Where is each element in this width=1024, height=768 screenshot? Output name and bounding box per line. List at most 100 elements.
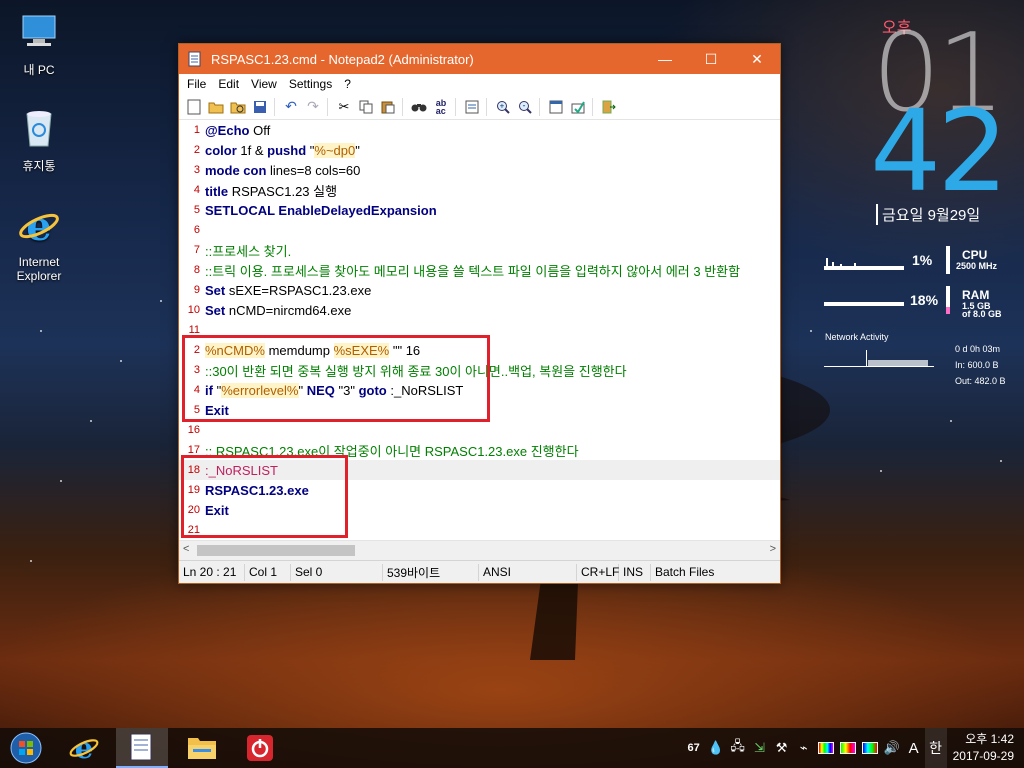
start-button[interactable] — [0, 728, 52, 768]
code-line[interactable]: 6 — [179, 220, 780, 240]
code-line[interactable]: 18:_NoRSLIST — [179, 460, 780, 480]
status-scheme[interactable]: Batch Files — [651, 564, 751, 581]
ime-language[interactable]: A — [903, 728, 925, 768]
desktop-icon-my-pc[interactable]: 내 PC — [2, 10, 76, 78]
zoom-out-button[interactable]: - — [514, 96, 536, 118]
exit-icon — [602, 100, 616, 113]
tray-color-icon-1[interactable] — [815, 728, 837, 768]
code-line[interactable]: 19 RSPASC1.23.exe — [179, 480, 780, 500]
code-line[interactable]: 8::트릭 이용. 프로세스를 찾아도 메모리 내용을 쓸 텍스트 파일 이름을… — [179, 260, 780, 280]
network-uptime: 0 d 0h 03m — [955, 344, 1001, 354]
code-line[interactable]: 11 — [179, 320, 780, 340]
desktop-icon-recycle-bin[interactable]: 휴지통 — [2, 106, 76, 174]
code-line[interactable]: 7::프로세스 찾기. — [179, 240, 780, 260]
code-line[interactable]: 4 title RSPASC1.23 실행 — [179, 180, 780, 200]
taskbar-file-explorer[interactable] — [176, 728, 228, 768]
zoom-in-button[interactable]: + — [492, 96, 514, 118]
tray-water-drop-icon[interactable]: 💧 — [705, 728, 727, 768]
tray-usb-icon[interactable]: ⌁ — [793, 728, 815, 768]
tray-update-icon[interactable]: ⇲ — [749, 728, 771, 768]
redo-button[interactable]: ↷ — [302, 96, 324, 118]
status-selection: Sel 0 — [291, 563, 383, 581]
horizontal-scrollbar[interactable]: < > — [179, 540, 780, 560]
clock-date: 금요일 9월29일 — [876, 204, 980, 225]
code-line[interactable]: 10 Set nCMD=nircmd64.exe — [179, 300, 780, 320]
tray-count-badge[interactable]: 67 — [683, 728, 705, 768]
code-line[interactable]: 9 Set sEXE=RSPASC1.23.exe — [179, 280, 780, 300]
code-line[interactable]: 5 Exit — [179, 400, 780, 420]
tray-network-icon[interactable]: 🖧 — [727, 728, 749, 768]
browse-button[interactable] — [227, 96, 249, 118]
scroll-left-icon[interactable]: < — [183, 543, 189, 555]
code-line[interactable]: 3::30이 반환 되면 중복 실행 방지 위해 종료 30이 아니면..백업,… — [179, 360, 780, 380]
code-line[interactable]: 2 %nCMD% memdump %sEXE% "" 16 — [179, 340, 780, 360]
close-button[interactable]: ✕ — [734, 44, 780, 74]
minimize-button[interactable]: — — [642, 44, 688, 74]
tray-color-icon-2[interactable] — [837, 728, 859, 768]
folder-icon — [188, 738, 216, 759]
line-number: 17 — [187, 444, 200, 456]
line-code: Set sEXE=RSPASC1.23.exe — [203, 283, 371, 298]
new-button[interactable] — [183, 96, 205, 118]
menu-view[interactable]: View — [245, 77, 283, 91]
taskbar-internet-explorer[interactable]: e — [58, 728, 110, 768]
ram-total: of 8.0 GB — [962, 309, 1002, 319]
code-line[interactable]: 1 @Echo Off — [179, 120, 780, 140]
tray-color-icon-3[interactable] — [859, 728, 881, 768]
taskbar-time: 오후 1:42 — [965, 732, 1014, 746]
taskbar-power-app[interactable] — [234, 728, 286, 768]
menu-settings[interactable]: Settings — [283, 77, 338, 91]
taskbar-notepad2[interactable] — [116, 728, 168, 768]
code-line[interactable]: 4 if "%errorlevel%" NEQ "3" goto :_NoRSLI… — [179, 380, 780, 400]
code-token: "3" — [334, 382, 359, 398]
status-ins[interactable]: INS — [619, 563, 651, 581]
code-line[interactable]: 5 SETLOCAL EnableDelayedExpansion — [179, 200, 780, 220]
undo-button[interactable]: ↶ — [280, 96, 302, 118]
menu-bar: File Edit View Settings ? — [179, 74, 780, 94]
code-line[interactable]: 17:: RSPASC1.23.exe이 작업중이 아니면 RSPASC1.23… — [179, 440, 780, 460]
replace-button[interactable]: ab ac — [430, 96, 452, 118]
menu-edit[interactable]: Edit — [212, 77, 245, 91]
code-line[interactable]: 21 — [179, 520, 780, 540]
word-wrap-button[interactable] — [461, 96, 483, 118]
menu-help[interactable]: ? — [338, 77, 357, 91]
code-line[interactable]: 3 mode con lines=8 cols=60 — [179, 160, 780, 180]
menu-file[interactable]: File — [181, 77, 212, 91]
copy-button[interactable] — [355, 96, 377, 118]
code-editor[interactable]: 1 @Echo Off 2 color 1f & pushd "%~dp0" 3 mode… — [179, 120, 780, 540]
save-button[interactable] — [249, 96, 271, 118]
code-line[interactable]: 16 — [179, 420, 780, 440]
scroll-right-icon[interactable]: > — [770, 543, 776, 555]
open-button[interactable] — [205, 96, 227, 118]
exit-button[interactable] — [598, 96, 620, 118]
code-token: RSPASC1.23 실행 — [228, 183, 338, 199]
line-code: ::프로세스 찾기. — [203, 241, 291, 260]
line-number: 6 — [193, 224, 200, 236]
code-token: NEQ — [306, 382, 335, 398]
code-line[interactable]: 2 color 1f & pushd "%~dp0" — [179, 140, 780, 160]
status-encoding[interactable]: ANSI — [479, 563, 577, 581]
maximize-button[interactable]: ☐ — [688, 44, 734, 74]
paste-button[interactable] — [377, 96, 399, 118]
status-bar: Ln 20 : 21 Col 1 Sel 0 539바이트 ANSI CR+LF… — [179, 560, 780, 583]
ram-meter: 18% RAM 1.5 GB of 8.0 GB — [822, 280, 1022, 320]
tray-tools-icon[interactable]: ⚒ — [771, 728, 793, 768]
line-number: 8 — [193, 264, 200, 276]
scheme-button[interactable] — [545, 96, 567, 118]
cut-button[interactable]: ✂ — [333, 96, 355, 118]
volume-icon[interactable]: 🔊 — [881, 728, 903, 768]
status-eol[interactable]: CR+LF — [577, 563, 619, 581]
code-token: lines=8 cols=60 — [266, 162, 361, 178]
open-folder-icon — [208, 102, 224, 113]
system-tray: 67 💧 🖧 ⇲ ⚒ ⌁ 🔊 A 한 오후 1:42 2017-09-29 — [683, 728, 1024, 768]
ime-mode[interactable]: 한 — [924, 728, 947, 768]
desktop-icon-internet-explorer[interactable]: e Internet Explorer — [2, 203, 76, 283]
code-token: %~dp0 — [314, 142, 356, 158]
taskbar-clock[interactable]: 오후 1:42 2017-09-29 — [947, 731, 1024, 765]
customize-button[interactable] — [567, 96, 589, 118]
line-number: 3 — [193, 164, 200, 176]
code-line[interactable]: 20 Exit — [179, 500, 780, 520]
scrollbar-thumb[interactable] — [197, 545, 355, 556]
title-bar[interactable]: RSPASC1.23.cmd - Notepad2 (Administrator… — [179, 44, 780, 74]
find-button[interactable] — [408, 96, 430, 118]
